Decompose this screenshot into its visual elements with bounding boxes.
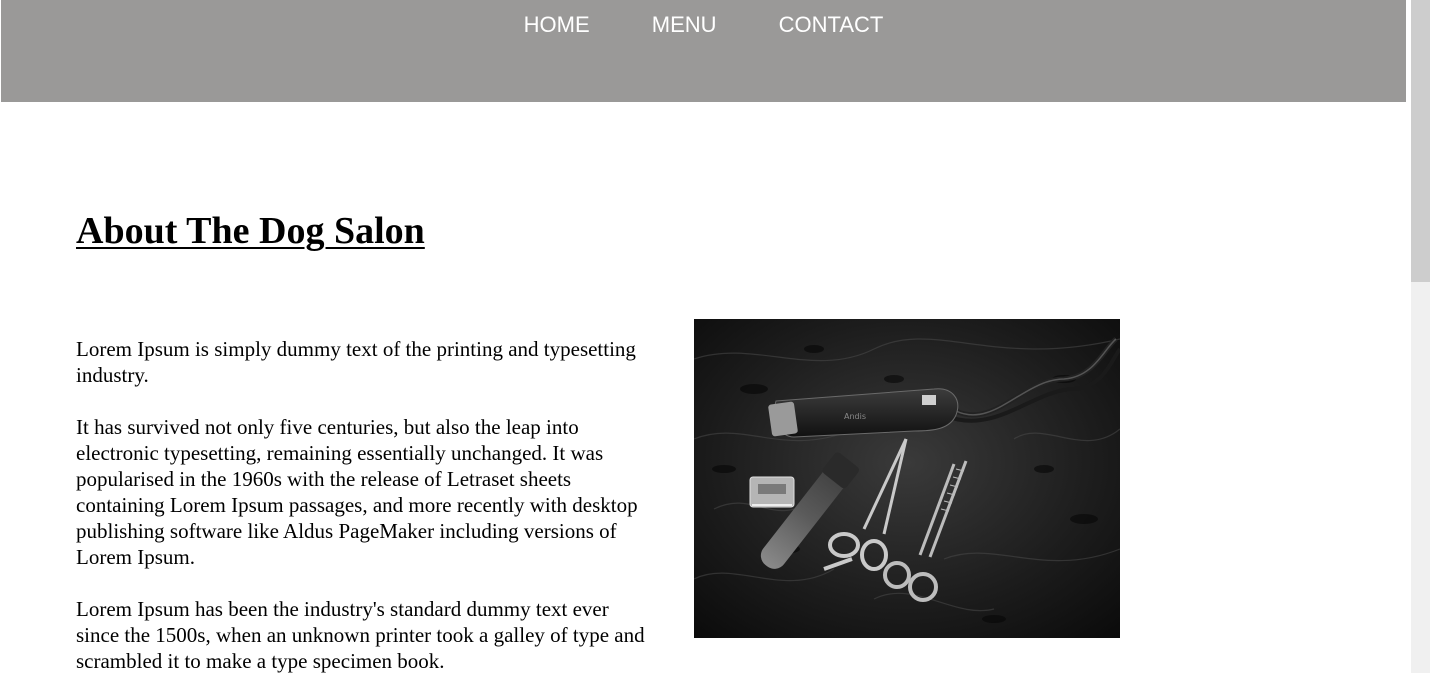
main-nav: HOME MENU CONTACT — [1, 12, 1406, 38]
about-text: Lorem Ipsum is simply dummy text of the … — [76, 336, 656, 673]
top-navigation-bar: HOME MENU CONTACT — [1, 0, 1406, 102]
scrollbar-thumb[interactable] — [1411, 0, 1430, 282]
nav-link-contact[interactable]: CONTACT — [779, 12, 884, 38]
page: HOME MENU CONTACT About The Dog Salon Lo… — [0, 0, 1430, 673]
paragraph-intro: Lorem Ipsum is simply dummy text of the … — [76, 337, 636, 387]
svg-text:Andis: Andis — [844, 412, 866, 421]
nav-link-menu[interactable]: MENU — [652, 12, 717, 38]
nav-link-home[interactable]: HOME — [524, 12, 590, 38]
paragraph-history: It has survived not only five centuries,… — [76, 415, 638, 569]
paragraph-origin: Lorem Ipsum has been the industry's stan… — [76, 597, 645, 673]
grooming-tools-photo: Andis — [694, 319, 1120, 638]
vertical-scrollbar[interactable] — [1411, 0, 1430, 673]
page-title: About The Dog Salon — [76, 210, 425, 252]
